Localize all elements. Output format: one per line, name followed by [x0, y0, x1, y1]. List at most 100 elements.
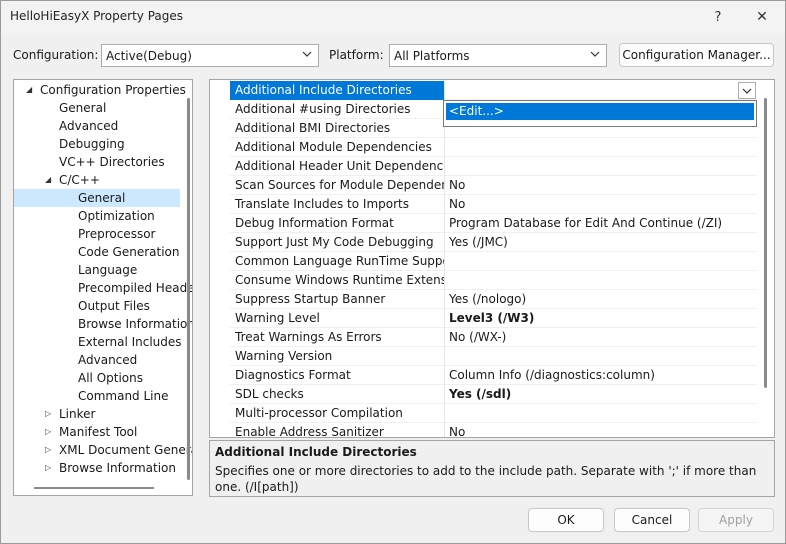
- tree-item[interactable]: Preprocessor: [14, 225, 180, 243]
- tree-item-label: Output Files: [78, 299, 150, 313]
- property-value[interactable]: Column Info (/diagnostics:column): [449, 366, 757, 385]
- property-name: Additional Module Dependencies: [230, 138, 445, 157]
- tree-item[interactable]: VC++ Directories: [14, 153, 180, 171]
- tree-item-label: Code Generation: [78, 245, 180, 259]
- property-row[interactable]: Consume Windows Runtime Extension: [230, 271, 757, 290]
- tree-item-label: Optimization: [78, 209, 155, 223]
- property-name: Suppress Startup Banner: [230, 290, 445, 309]
- property-row[interactable]: Additional Module Dependencies: [230, 138, 757, 157]
- property-value[interactable]: Yes (/sdl): [449, 385, 757, 404]
- tree-item[interactable]: Language: [14, 261, 180, 279]
- property-row[interactable]: Diagnostics Format Column Info (/diagnost…: [230, 366, 757, 385]
- property-value[interactable]: [449, 157, 757, 176]
- tree-item[interactable]: Optimization: [14, 207, 180, 225]
- title-bar: HelloHiEasyX Property Pages ? ✕: [1, 1, 785, 33]
- tree-item-label: VC++ Directories: [59, 155, 165, 169]
- grid-vertical-scrollbar[interactable]: [764, 98, 767, 388]
- tree-item[interactable]: Code Generation: [14, 243, 180, 261]
- property-row[interactable]: Warning Level Level3 (/W3): [230, 309, 757, 328]
- property-row[interactable]: Additional Header Unit Dependencies: [230, 157, 757, 176]
- tree-item[interactable]: External Includes: [14, 333, 182, 351]
- property-row[interactable]: SDL checks Yes (/sdl): [230, 385, 757, 404]
- property-tree: ◢ Configuration Properties General Advanced…: [13, 79, 193, 496]
- tree-item[interactable]: ▷ XML Document Genera: [14, 441, 192, 459]
- collapsed-arrow-icon[interactable]: ▷: [45, 441, 51, 459]
- tree-item-label: Advanced: [78, 353, 138, 367]
- tree-item[interactable]: Advanced: [14, 351, 180, 369]
- property-value[interactable]: Yes (/nologo): [449, 290, 757, 309]
- tree-item-label: General: [59, 101, 107, 115]
- property-row[interactable]: Warning Version: [230, 347, 757, 366]
- tree-item-label: Manifest Tool: [59, 425, 138, 439]
- tree-item-label: Advanced: [59, 119, 119, 133]
- apply-button[interactable]: Apply: [698, 508, 774, 532]
- property-value[interactable]: No: [449, 176, 757, 195]
- cancel-button[interactable]: Cancel: [614, 508, 690, 532]
- property-value[interactable]: No: [449, 423, 757, 437]
- property-row[interactable]: Scan Sources for Module DependenciesNo: [230, 176, 757, 195]
- property-row[interactable]: Treat Warnings As Errors No (/WX-): [230, 328, 757, 347]
- window-title: HelloHiEasyX Property Pages: [10, 9, 183, 23]
- tree-item[interactable]: All Options: [14, 369, 180, 387]
- property-row[interactable]: Enable Address Sanitizer No: [230, 423, 757, 437]
- property-value[interactable]: Program Database for Edit And Continue (…: [449, 214, 757, 233]
- expanded-arrow-icon[interactable]: ◢: [26, 81, 32, 99]
- property-row[interactable]: Debug Information Format Program Database…: [230, 214, 757, 233]
- tree-item[interactable]: ▷ Browse Information: [14, 459, 180, 477]
- dropdown-item-edit[interactable]: <Edit...>: [446, 103, 754, 120]
- help-button[interactable]: ?: [695, 1, 741, 33]
- tree-item[interactable]: ▷ Manifest Tool: [14, 423, 180, 441]
- property-name: Warning Level: [230, 309, 445, 328]
- tree-item-label: Linker: [59, 407, 96, 421]
- property-value[interactable]: [449, 404, 757, 423]
- property-grid: Additional Include Directories Additional…: [209, 79, 775, 438]
- collapsed-arrow-icon[interactable]: ▷: [45, 423, 51, 441]
- property-value[interactable]: Yes (/JMC): [449, 233, 757, 252]
- property-row[interactable]: Suppress Startup Banner Yes (/nologo): [230, 290, 757, 309]
- tree-item[interactable]: Command Line: [14, 387, 180, 405]
- expanded-arrow-icon[interactable]: ◢: [45, 171, 51, 189]
- value-dropdown-button[interactable]: [738, 82, 756, 99]
- tree-item[interactable]: ◢ Configuration Properties: [14, 81, 186, 99]
- property-value[interactable]: Level3 (/W3): [449, 309, 757, 328]
- property-value[interactable]: [449, 271, 757, 290]
- tree-horizontal-scrollbar[interactable]: [34, 487, 154, 489]
- tree-item[interactable]: Browse Information: [14, 315, 192, 333]
- tree-item[interactable]: Output Files: [14, 297, 180, 315]
- property-value[interactable]: [449, 252, 757, 271]
- tree-item[interactable]: General: [14, 189, 180, 207]
- tree-item[interactable]: Advanced: [14, 117, 180, 135]
- tree-item[interactable]: Precompiled Heade: [14, 279, 192, 297]
- property-row[interactable]: Multi-processor Compilation: [230, 404, 757, 423]
- tree-vertical-scrollbar[interactable]: [187, 98, 190, 480]
- close-button[interactable]: ✕: [739, 1, 785, 33]
- property-value[interactable]: [449, 347, 757, 366]
- configuration-select[interactable]: Active(Debug): [101, 44, 319, 67]
- property-row[interactable]: Support Just My Code Debugging Yes (/JMC): [230, 233, 757, 252]
- property-row[interactable]: Translate Includes to Imports No: [230, 195, 757, 214]
- property-name: Additional #using Directories: [230, 100, 445, 119]
- tree-item-label: Language: [78, 263, 138, 277]
- tree-item[interactable]: General: [14, 99, 180, 117]
- tree-item-label: Browse Information: [59, 461, 176, 475]
- platform-select[interactable]: All Platforms: [389, 44, 607, 67]
- tree-item[interactable]: ▷ Linker: [14, 405, 180, 423]
- property-value[interactable]: [449, 81, 757, 100]
- property-row[interactable]: Common Language RunTime Support: [230, 252, 757, 271]
- property-name: Enable Address Sanitizer: [230, 423, 445, 437]
- property-name: Debug Information Format: [230, 214, 445, 233]
- tree-item-label: Debugging: [59, 137, 125, 151]
- configuration-manager-button[interactable]: Configuration Manager...: [619, 43, 774, 67]
- property-value[interactable]: No (/WX-): [449, 328, 757, 347]
- property-row[interactable]: Additional Include Directories: [230, 81, 757, 100]
- tree-item[interactable]: ◢ C/C++: [14, 171, 180, 189]
- property-name: Additional BMI Directories: [230, 119, 445, 138]
- description-panel: Additional Include Directories Specifies…: [209, 440, 775, 497]
- ok-button[interactable]: OK: [528, 508, 604, 532]
- property-value[interactable]: [449, 138, 757, 157]
- property-value[interactable]: No: [449, 195, 757, 214]
- tree-item[interactable]: Debugging: [14, 135, 180, 153]
- collapsed-arrow-icon[interactable]: ▷: [45, 405, 51, 423]
- collapsed-arrow-icon[interactable]: ▷: [45, 459, 51, 477]
- tree-item-label: General: [78, 191, 126, 205]
